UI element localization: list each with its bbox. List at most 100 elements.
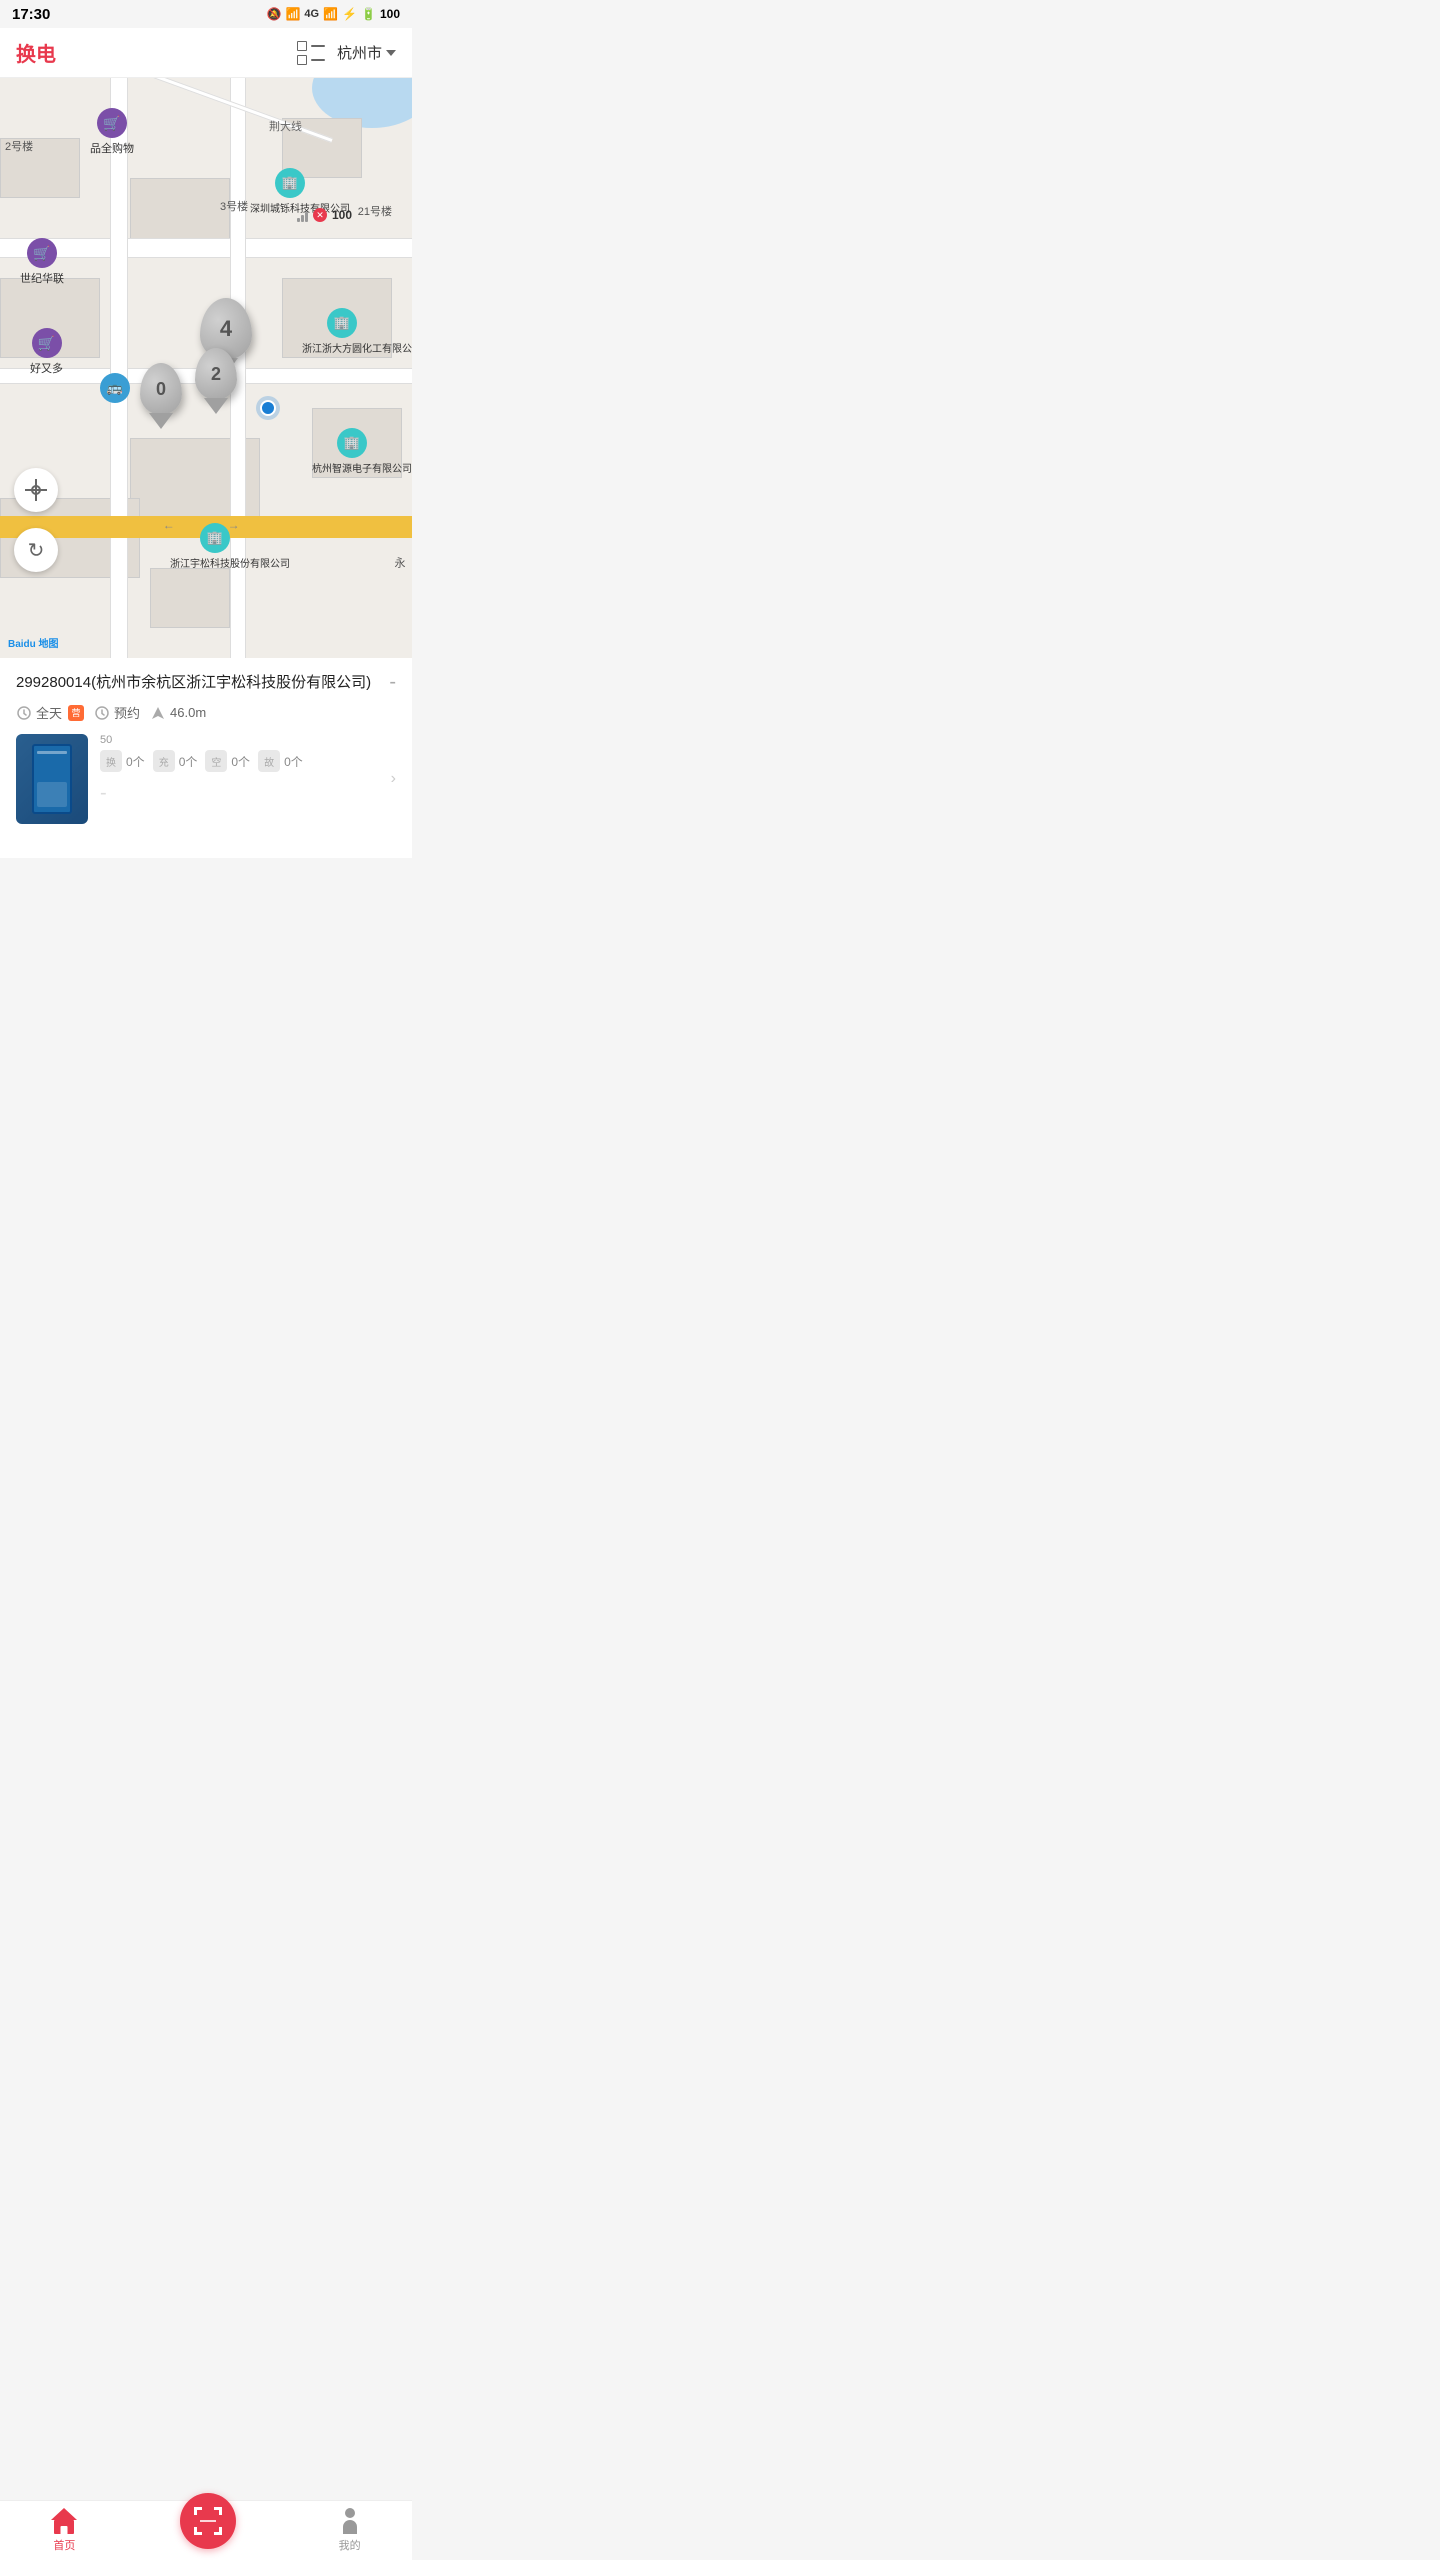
hours-tag: 全天 营 [16,703,84,722]
reservation-label: 预约 [114,703,140,722]
user-location-dot [260,400,276,416]
wifi-icon: 📶 [285,7,300,21]
distance-tag: 46.0m [150,705,206,721]
slot-icon-huan: 换 [100,750,122,772]
pin-body-2: 2 [195,348,237,400]
marker-yusong[interactable]: 🏢 浙江宇松科技股份有限公司 [170,523,260,570]
pin-marker-2[interactable]: 2 [195,348,237,400]
marker-zhejiang[interactable]: 🏢 浙江浙大方圆化工有限公司 [302,308,382,355]
info-panel: 299280014(杭州市余杭区浙江宇松科技股份有限公司) - 全天 营 [0,658,412,858]
hours-label: 全天 [36,703,62,722]
crosshair-circle [31,485,41,495]
marker-hangzhou[interactable]: 🏢 杭州智源电子有限公司 [312,428,392,475]
scan-corner-br [214,2527,222,2535]
person-head [345,2508,355,2518]
marker-haoyouduo[interactable]: 🛒 好又多 [30,328,63,376]
slots-info: 50 换 0个 充 0个 空 0个 故 0个 - [100,734,375,824]
scan-icon [194,2507,222,2535]
bus-stop-marker[interactable]: 🚌 [100,373,130,403]
shopping-icon: 🛒 [97,108,127,138]
pin-marker-0[interactable]: 0 [140,363,182,415]
nav-right: 杭州市 [297,42,396,64]
home-roof [51,2508,77,2520]
scan-button[interactable] [180,2493,236,2549]
signal-value: 100 [332,208,352,222]
right-arrow-icon: › [391,770,396,788]
preview-arrow: › [387,734,396,824]
reservation-tag: 预约 [94,703,140,722]
signal-bar-icon [297,208,308,222]
slot-icon-chong: 充 [153,750,175,772]
info-body: 50 换 0个 充 0个 空 0个 故 0个 - [16,734,396,824]
scan-corner-tl [194,2507,202,2515]
grid-list-icon[interactable] [297,42,325,64]
status-bar: 17:30 🔕 📶 4G 📶 ⚡ 🔋 100 [0,0,412,28]
slot-prefix: 50 [100,734,375,746]
grid-sq1 [297,41,307,51]
charging-icon: ⚡ [342,7,357,21]
nav-title: 换电 [16,38,56,67]
marker-zhejiang-label: 浙江浙大方圆化工有限公司 [302,340,382,355]
building-icon: 🏢 [275,168,305,198]
building-icon-3: 🏢 [337,428,367,458]
history-button[interactable]: ↻ [14,528,58,572]
slot-count-chong: 0个 [179,753,198,770]
person-body [343,2520,357,2534]
marker-pinquan-label: 品全购物 [90,140,134,156]
city-selector[interactable]: 杭州市 [337,42,396,63]
mute-icon: 🔕 [267,7,282,21]
baidu-logo: Baidu 地图 [8,635,59,650]
battery-station-graphic [32,744,72,814]
pin-body-0: 0 [140,363,182,415]
signal-overlay: ✕ 100 [297,208,352,222]
home-door [61,2526,68,2534]
marker-haoyouduo-label: 好又多 [30,360,63,376]
city-name: 杭州市 [337,42,382,63]
dash-label: - [389,672,396,692]
nav-home[interactable]: 首页 [51,2508,77,2553]
slot-gu: 故 0个 [258,750,303,772]
person-icon [339,2508,361,2534]
home-icon [51,2508,77,2534]
signal-x-icon: ✕ [313,208,327,222]
clock-icon [16,705,32,721]
history-icon: ↻ [28,538,45,563]
label-2hao: 2号楼 [5,138,33,154]
slot-count-huan: 0个 [126,753,145,770]
slot-icon-kong: 空 [205,750,227,772]
slot-count-kong: 0个 [231,753,250,770]
label-yong: 永 [391,557,407,568]
station-name: 299280014(杭州市余杭区浙江宇松科技股份有限公司) [16,672,371,693]
marker-yusong-label: 浙江宇松科技股份有限公司 [170,555,260,570]
chevron-down-icon [386,50,396,56]
road-vertical [110,78,128,658]
label-jingdaxian: 荆大线 [269,118,302,134]
distance-label: 46.0m [170,705,206,720]
locate-button[interactable] [14,468,58,512]
status-icons: 🔕 📶 4G 📶 ⚡ 🔋 100 [267,7,400,21]
marker-hangzhou-label: 杭州智源电子有限公司 [312,460,392,475]
station-image[interactable] [16,734,88,824]
nav-mine[interactable]: 我的 [339,2508,361,2553]
clock-icon-2 [94,705,110,721]
marker-pinquan[interactable]: 🛒 品全购物 [90,108,134,156]
shopping-icon-3: 🛒 [32,328,62,358]
ying-char: 营 [72,706,81,719]
营业-badge: 营 [68,705,84,721]
battery-icon: 🔋 [361,7,376,21]
status-time: 17:30 [12,6,50,23]
label-21hao: 21号楼 [358,203,392,219]
map-container[interactable]: ← → 21号楼 2号楼 3号楼 荆大线 永 🛒 品全购物 🛒 世纪华联 🛒 好… [0,78,412,658]
slots-row: 换 0个 充 0个 空 0个 故 0个 [100,750,375,772]
slot-count-gu: 0个 [284,753,303,770]
bottom-dash: - [100,782,375,805]
crosshair-icon [25,479,47,501]
battery-percent: 100 [380,7,400,21]
building-icon-2: 🏢 [327,308,357,338]
grid-line2 [311,59,325,61]
info-tags-row: 全天 营 预约 46.0m [16,703,396,722]
label-3hao: 3号楼 [220,198,248,214]
marker-shiji[interactable]: 🛒 世纪华联 [20,238,64,286]
signal-4g-icon: 4G [304,8,319,20]
nav-mine-label: 我的 [339,2537,361,2553]
